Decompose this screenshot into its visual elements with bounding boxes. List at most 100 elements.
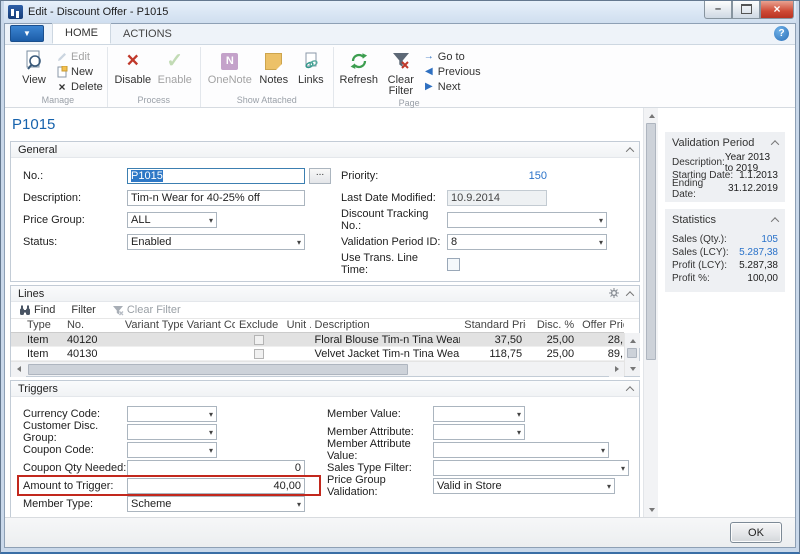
collapse-icon[interactable] (626, 291, 634, 299)
disable-button[interactable]: × Disable (112, 47, 154, 86)
coupon-qty-needed-input[interactable]: 0 (127, 460, 305, 476)
scroll-up-button[interactable] (625, 333, 640, 348)
refresh-button[interactable]: Refresh (338, 47, 380, 86)
sales-qty-link[interactable]: 105 (761, 234, 778, 245)
lines-vertical-scrollbar[interactable] (624, 333, 639, 376)
scroll-down-button[interactable] (644, 502, 659, 517)
sales-lcy-link[interactable]: 5.287,38 (739, 247, 778, 258)
column-header[interactable]: Exclude (235, 319, 283, 332)
scrollbar-thumb[interactable] (627, 348, 637, 358)
triggers-fasttab-header[interactable]: Triggers (11, 381, 639, 397)
table-row[interactable]: Item 40120 Floral Blouse Tim-n Tina Wear… (11, 333, 624, 347)
main-pane: P1015 General No.: P1015 ... (5, 108, 643, 517)
status-label: Status: (23, 236, 127, 248)
customer-disc-group-dropdown[interactable]: ▾ (127, 424, 217, 440)
sales-type-filter-dropdown[interactable]: ▾ (433, 460, 629, 476)
lines-fasttab-header[interactable]: Lines (11, 286, 639, 302)
price-group-validation-dropdown[interactable]: Valid in Store ▾ (433, 478, 615, 494)
discount-tracking-no-dropdown[interactable]: ▾ (447, 212, 607, 228)
dropdown-arrow-icon: ▾ (297, 238, 301, 247)
member-value-dropdown[interactable]: ▾ (433, 406, 525, 422)
next-button[interactable]: ▶ Next (422, 79, 481, 94)
currency-code-dropdown[interactable]: ▾ (127, 406, 217, 422)
scrollbar-thumb[interactable] (28, 364, 408, 375)
table-row[interactable]: Item 40130 Velvet Jacket Tim-n Tina Wear… (11, 347, 624, 361)
validation-period-header[interactable]: Validation Period (672, 135, 778, 150)
filter-button[interactable]: Filter (71, 304, 95, 316)
dropdown-arrow-icon: ▾ (297, 500, 301, 509)
notes-icon (265, 49, 282, 73)
find-icon (19, 304, 31, 316)
close-button[interactable]: × (760, 1, 794, 19)
scroll-right-button[interactable] (609, 362, 624, 377)
assist-edit-button[interactable]: ... (309, 168, 331, 184)
column-header[interactable]: Variant Code (183, 319, 235, 332)
ok-button[interactable]: OK (730, 522, 782, 543)
app-icon[interactable] (8, 5, 23, 19)
amount-to-trigger-input[interactable]: 40,00 (127, 478, 305, 494)
main-vertical-scrollbar[interactable] (643, 108, 658, 517)
column-header[interactable]: Description (311, 319, 461, 332)
delete-button[interactable]: × Delete (55, 79, 103, 94)
coupon-code-dropdown[interactable]: ▾ (127, 442, 217, 458)
no-input[interactable]: P1015 (127, 168, 305, 184)
clear-filter-toolbar-button[interactable]: Clear Filter (112, 304, 181, 316)
status-dropdown[interactable]: Enabled ▾ (127, 234, 305, 250)
maximize-button[interactable] (732, 1, 760, 19)
app-menu-button[interactable]: ▼ (10, 25, 44, 42)
member-type-label: Member Type: (23, 498, 127, 510)
links-button[interactable]: Links (293, 47, 329, 86)
collapse-icon[interactable] (771, 140, 779, 148)
scroll-down-button[interactable] (625, 361, 640, 376)
tab-actions[interactable]: ACTIONS (111, 25, 184, 44)
previous-button[interactable]: ◀ Previous (422, 64, 481, 79)
scroll-left-button[interactable] (11, 362, 26, 377)
clear-filter-button[interactable]: Clear Filter (380, 47, 422, 97)
column-header[interactable]: Offer Price Inc (578, 319, 624, 332)
collapse-icon[interactable] (626, 147, 634, 155)
column-header[interactable]: Disc. % (526, 319, 578, 332)
member-attribute-label: Member Attribute: (327, 426, 433, 438)
last-date-modified-label: Last Date Modified: (341, 192, 447, 204)
go-to-button[interactable]: → Go to (422, 49, 481, 64)
member-type-dropdown[interactable]: Scheme ▾ (127, 496, 305, 512)
member-value-label: Member Value: (327, 408, 433, 420)
column-header[interactable]: No. (63, 319, 121, 332)
column-header[interactable]: Unit ... (283, 319, 311, 332)
no-label: No.: (23, 170, 127, 182)
statistics-header[interactable]: Statistics (672, 212, 778, 227)
validation-period-id-dropdown[interactable]: 8 ▾ (447, 234, 607, 250)
use-trans-line-time-checkbox[interactable] (447, 258, 460, 271)
column-header[interactable]: Standard Price I... (460, 319, 526, 332)
edit-button[interactable]: Edit (55, 49, 103, 64)
factbox-pane: Validation Period Description: Year 2013… (658, 108, 795, 517)
general-fasttab-header[interactable]: General (11, 142, 639, 158)
price-group-dropdown[interactable]: ALL ▾ (127, 212, 217, 228)
notes-button[interactable]: Notes (255, 47, 293, 86)
minimize-button[interactable]: – (704, 1, 732, 19)
column-header[interactable]: Variant Type (121, 319, 183, 332)
collapse-icon[interactable] (771, 217, 779, 225)
scroll-up-button[interactable] (644, 108, 659, 123)
exclude-checkbox[interactable] (254, 349, 264, 359)
column-header[interactable]: Type (11, 319, 63, 332)
dropdown-arrow-icon: ▾ (209, 216, 213, 225)
horizontal-scrollbar[interactable] (11, 361, 624, 376)
member-attribute-dropdown[interactable]: ▾ (433, 424, 525, 440)
description-input[interactable]: Tim-n Wear for 40-25% off (127, 190, 305, 206)
scrollbar-thumb[interactable] (646, 123, 656, 360)
customize-icon[interactable] (609, 285, 619, 303)
priority-label: Priority: (341, 170, 447, 182)
member-attribute-value-dropdown[interactable]: ▾ (433, 442, 609, 458)
view-button[interactable]: View (13, 47, 55, 86)
collapse-icon[interactable] (626, 386, 634, 394)
dropdown-arrow-icon: ▾ (209, 446, 213, 455)
enable-button[interactable]: ✓ Enable (154, 47, 196, 86)
new-button[interactable]: New (55, 64, 103, 79)
tab-home[interactable]: HOME (52, 23, 111, 44)
find-button[interactable]: Find (19, 304, 55, 316)
help-icon[interactable]: ? (774, 26, 789, 41)
exclude-checkbox[interactable] (254, 335, 264, 345)
onenote-button[interactable]: N OneNote (205, 47, 255, 86)
priority-value[interactable]: 150 (447, 170, 547, 182)
